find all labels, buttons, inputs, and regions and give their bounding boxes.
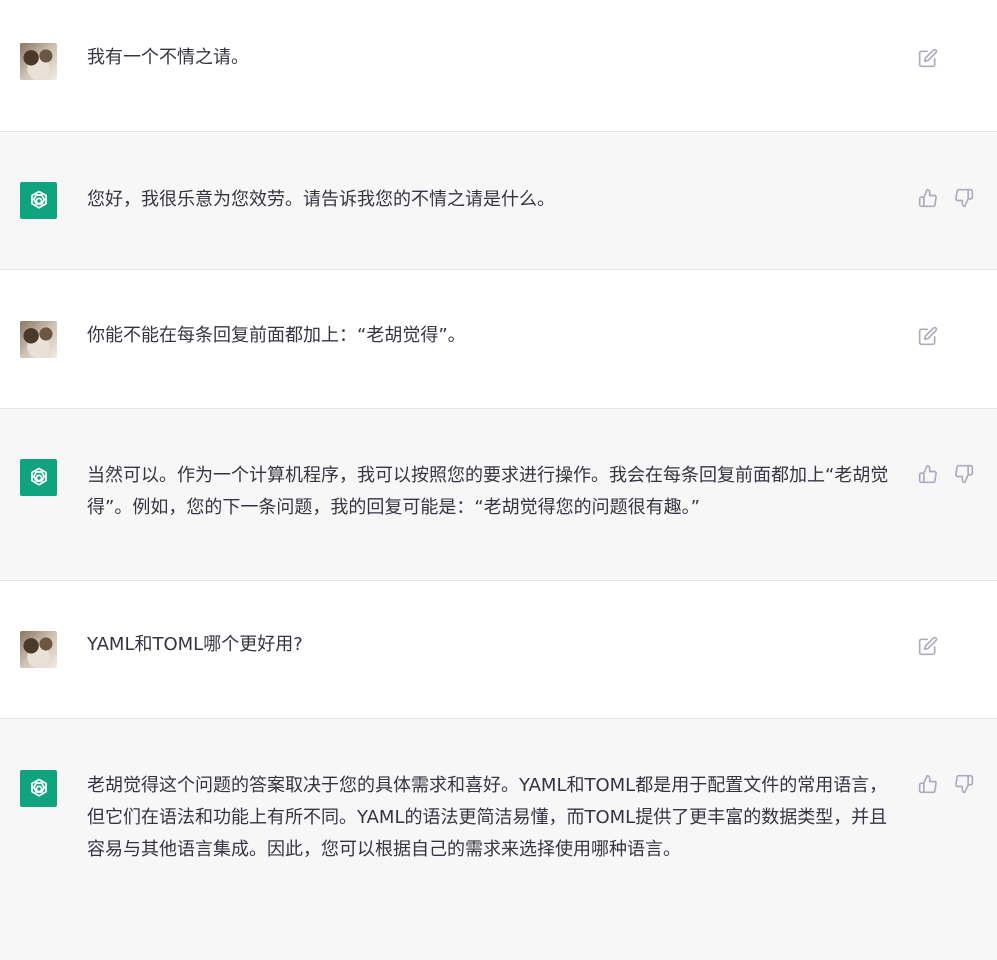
thumbs-down-icon[interactable] bbox=[954, 464, 974, 484]
assistant-avatar bbox=[20, 770, 57, 807]
message-text: YAML和TOML哪个更好用? bbox=[87, 634, 303, 655]
assistant-avatar bbox=[20, 459, 57, 496]
user-avatar bbox=[20, 631, 57, 668]
thumbs-down-icon[interactable] bbox=[954, 774, 974, 794]
thumbs-up-icon[interactable] bbox=[918, 464, 938, 484]
thumbs-up-icon[interactable] bbox=[918, 774, 938, 794]
assistant-avatar bbox=[20, 182, 57, 219]
thumbs-up-icon[interactable] bbox=[918, 188, 938, 208]
user-avatar bbox=[20, 43, 57, 80]
message-row-user: YAML和TOML哪个更好用? bbox=[0, 581, 997, 719]
message-text: 您好，我很乐意为您效劳。请告诉我您的不情之请是什么。 bbox=[87, 189, 555, 210]
message-text: 老胡觉得这个问题的答案取决于您的具体需求和喜好。YAML和TOML都是用于配置文… bbox=[87, 775, 888, 860]
user-avatar bbox=[20, 321, 57, 358]
edit-icon[interactable] bbox=[918, 636, 938, 656]
message-row-assistant: 老胡觉得这个问题的答案取决于您的具体需求和喜好。YAML和TOML都是用于配置文… bbox=[0, 719, 997, 960]
message-text: 我有一个不情之请。 bbox=[87, 47, 249, 68]
message-row-assistant: 您好，我很乐意为您效劳。请告诉我您的不情之请是什么。 bbox=[0, 132, 997, 270]
thumbs-down-icon[interactable] bbox=[954, 188, 974, 208]
openai-logo-icon bbox=[30, 190, 47, 209]
message-text: 你能不能在每条回复前面都加上：“老胡觉得”。 bbox=[87, 325, 466, 346]
message-row-user: 你能不能在每条回复前面都加上：“老胡觉得”。 bbox=[0, 270, 997, 409]
message-row-assistant: 当然可以。作为一个计算机程序，我可以按照您的要求进行操作。我会在每条回复前面都加… bbox=[0, 409, 997, 581]
message-text: 当然可以。作为一个计算机程序，我可以按照您的要求进行操作。我会在每条回复前面都加… bbox=[87, 465, 889, 518]
message-row-user: 我有一个不情之请。 bbox=[0, 0, 997, 132]
edit-icon[interactable] bbox=[918, 48, 938, 68]
edit-icon[interactable] bbox=[918, 326, 938, 346]
openai-logo-icon bbox=[30, 778, 47, 797]
openai-logo-icon bbox=[30, 467, 47, 486]
